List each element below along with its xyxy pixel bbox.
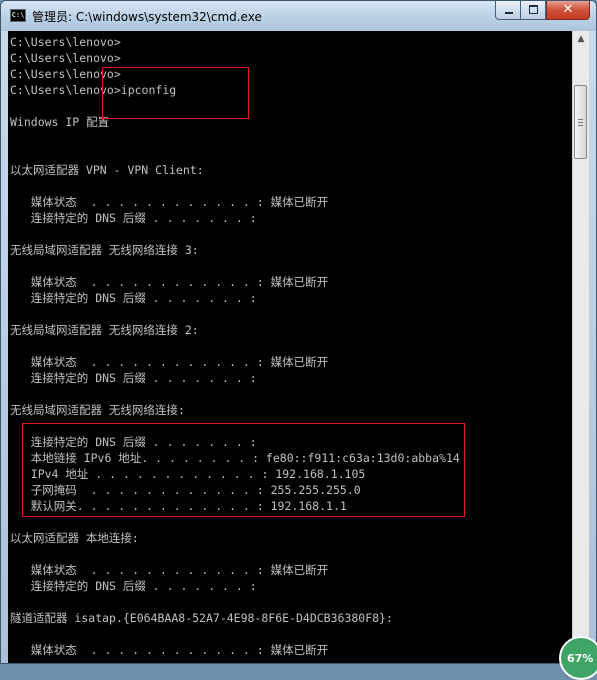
scrollbar-thumb[interactable] xyxy=(574,85,587,159)
console-line: Windows IP 配置 xyxy=(10,115,110,129)
close-button[interactable]: ✕ xyxy=(546,1,590,20)
badge-percentage: 67% xyxy=(567,652,594,665)
console-line: C:\Users\lenovo> xyxy=(10,51,121,65)
console-line: 媒体状态 . . . . . . . . . . . . : 媒体已断开 xyxy=(10,643,329,657)
highlight-box-command xyxy=(102,67,249,119)
console-line: 连接特定的 DNS 后缀 . . . . . . . : xyxy=(10,371,257,385)
console-line: 媒体状态 . . . . . . . . . . . . : 媒体已断开 xyxy=(10,355,329,369)
title-bar[interactable]: C:\ 管理员: C:\windows\system32\cmd.exe ✕ xyxy=(1,1,596,31)
console-line: 媒体状态 . . . . . . . . . . . . : 媒体已断开 xyxy=(10,195,329,209)
maximize-button[interactable] xyxy=(521,1,546,20)
console-line: C:\Users\lenovo> xyxy=(10,35,121,49)
highlight-box-network-info xyxy=(22,423,465,517)
cmd-window: C:\ 管理员: C:\windows\system32\cmd.exe ✕ C… xyxy=(0,0,597,664)
console-line: 无线局域网适配器 无线网络连接 3: xyxy=(10,243,199,257)
console-line: 媒体状态 . . . . . . . . . . . . : 媒体已断开 xyxy=(10,563,329,577)
window-controls: ✕ xyxy=(495,1,590,21)
cmd-app-icon[interactable]: C:\ xyxy=(10,9,26,22)
minimize-button[interactable] xyxy=(495,1,521,20)
scroll-up-icon[interactable]: ▲ xyxy=(573,31,589,48)
console-line: 连接特定的 DNS 后缀 . . . . . . . : xyxy=(10,211,257,225)
console-line: 无线局域网适配器 无线网络连接: xyxy=(10,403,185,417)
console-line: 以太网适配器 VPN - VPN Client: xyxy=(10,163,204,177)
close-icon: ✕ xyxy=(562,2,574,17)
status-badge[interactable]: 67% xyxy=(559,636,597,680)
console-line: 连接特定的 DNS 后缀 . . . . . . . : xyxy=(10,291,257,305)
vertical-scrollbar[interactable]: ▲ xyxy=(572,31,589,663)
window-title: 管理员: C:\windows\system32\cmd.exe xyxy=(32,10,262,24)
console-line: 隧道适配器 isatap.{E064BAA8-52A7-4E98-8F6E-D4… xyxy=(10,611,393,625)
console-output[interactable]: C:\Users\lenovo> C:\Users\lenovo> C:\Users… xyxy=(8,31,572,663)
console-line: 媒体状态 . . . . . . . . . . . . : 媒体已断开 xyxy=(10,275,329,289)
console-line: 以太网适配器 本地连接: xyxy=(10,531,139,545)
console-line: 无线局域网适配器 无线网络连接 2: xyxy=(10,323,199,337)
console-line: 连接特定的 DNS 后缀 . . . . . . . : xyxy=(10,579,257,593)
